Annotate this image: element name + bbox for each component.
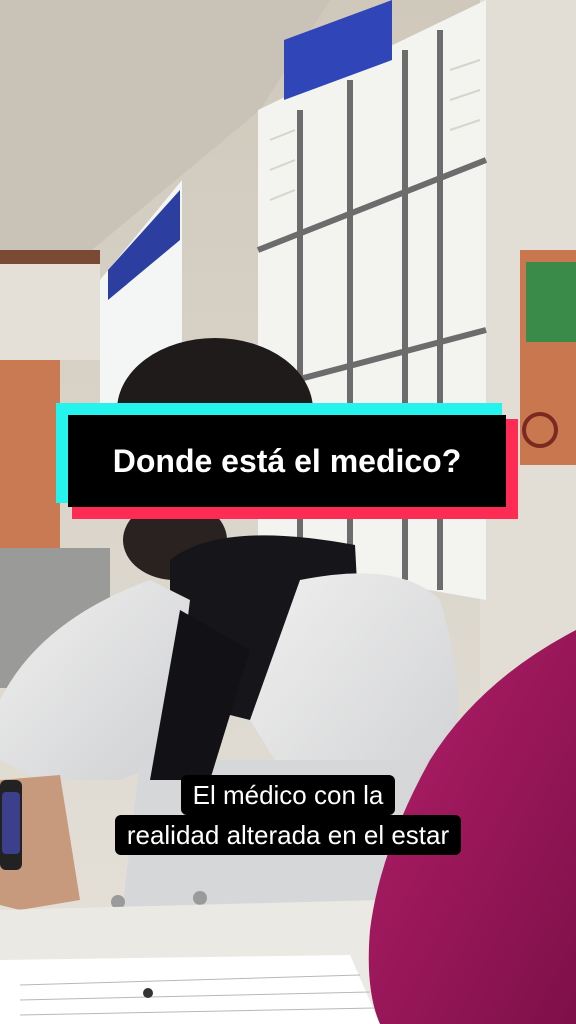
title-text: Donde está el medico? <box>112 442 462 479</box>
title-banner: Donde está el medico? <box>56 403 518 519</box>
caption-line-2: realidad alterada en el estar <box>114 815 462 855</box>
title-box: Donde está el medico? <box>68 415 506 507</box>
subtitle-caption: El médico con la realidad alterada en el… <box>0 775 576 855</box>
caption-line-1: El médico con la <box>180 775 396 815</box>
